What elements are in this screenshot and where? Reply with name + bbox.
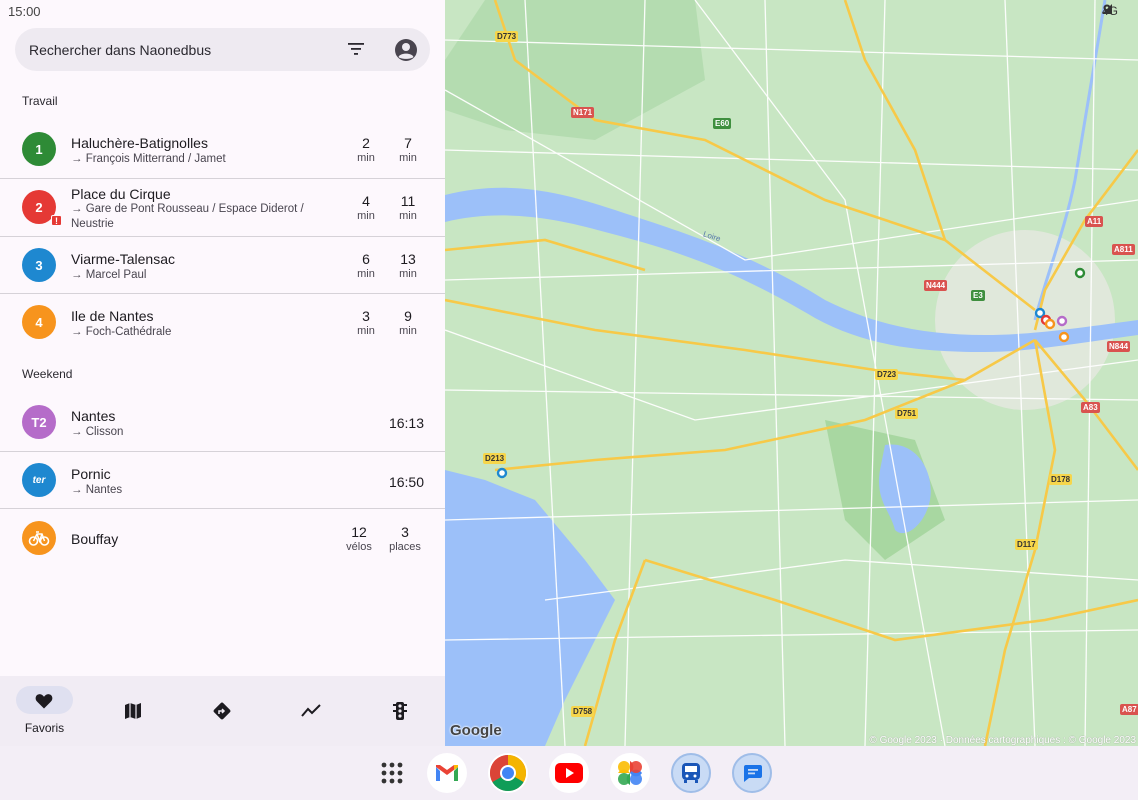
map-copyright: © Google 2023 · Données cartographiques … — [869, 735, 1136, 746]
section-title-travail: Travail — [22, 94, 58, 108]
google-logo: Google — [450, 722, 502, 739]
taskbar-dock — [0, 746, 1138, 800]
favorite-row[interactable]: T2 Nantes → Clisson 16:13 — [0, 394, 445, 451]
gmail-app[interactable] — [427, 753, 467, 793]
search-input[interactable]: Rechercher dans Naonedbus — [29, 42, 211, 58]
grid-icon — [381, 762, 403, 784]
departure-time-1: 3 min — [357, 308, 375, 337]
favorite-row[interactable]: Bouffay 12 vélos 3 places — [0, 508, 445, 565]
bikes-available: 12 vélos — [346, 524, 372, 553]
photos-pinwheel-icon — [618, 761, 642, 785]
youtube-app[interactable] — [549, 753, 589, 793]
favorite-row[interactable]: 2 ! Place du Cirque → Gare de Pont Rouss… — [0, 178, 445, 235]
nav-map[interactable] — [89, 676, 178, 746]
favorite-row[interactable]: 4 Ile de Nantes → Foch-Cathédrale 3 min 9… — [0, 293, 445, 350]
nav-traffic-stats[interactable] — [267, 676, 356, 746]
destination: → Foch-Cathédrale — [71, 326, 172, 338]
destination: → François Mitterrand / Jamet — [71, 153, 226, 165]
gmail-icon — [436, 765, 458, 781]
favorites-panel: 15:00 Rechercher dans Naonedbus Travail … — [0, 0, 445, 746]
app-drawer-button[interactable] — [372, 753, 412, 793]
line-badge: 1 — [22, 132, 56, 166]
stop-marker-pornic — [496, 467, 508, 479]
heart-icon — [35, 694, 53, 709]
map-markers — [496, 267, 1086, 479]
stop-marker-line-3 — [1034, 307, 1046, 319]
stop-name: Place du Cirque — [71, 186, 171, 202]
stop-name: Pornic — [71, 466, 111, 482]
account-icon[interactable] — [394, 38, 418, 62]
bicycle-icon — [28, 531, 50, 546]
stop-name: Viarme-Talensac — [71, 251, 176, 267]
destination: → Gare de Pont Rousseau / Espace Diderot… — [71, 203, 304, 230]
map-icon — [125, 703, 141, 719]
map-view[interactable]: 4G D773 N171 E60 A11 A811 N444 E3 N844 D… — [445, 0, 1138, 746]
nav-traffic[interactable] — [356, 676, 445, 746]
stop-marker-bike — [1044, 318, 1056, 330]
bus-icon — [682, 763, 700, 783]
stop-name: Haluchère-Batignolles — [71, 135, 208, 151]
chrome-app[interactable] — [488, 753, 528, 793]
line-badge: 3 — [22, 248, 56, 282]
bike-station-badge — [22, 521, 56, 555]
departure-clock: 16:50 — [388, 474, 424, 490]
traffic-light-icon — [393, 702, 407, 720]
naonedbus-app[interactable] — [671, 753, 711, 793]
departure-time-1: 2 min — [357, 135, 375, 164]
tram-badge: T2 — [22, 405, 56, 439]
alert-icon: ! — [51, 215, 62, 226]
ter-train-badge: ter — [22, 463, 56, 497]
filter-icon[interactable] — [347, 40, 365, 58]
departure-time-2: 7 min — [399, 135, 417, 164]
departure-time-1: 6 min — [357, 251, 375, 280]
section-title-weekend: Weekend — [22, 367, 73, 381]
departure-time-2: 11 min — [399, 193, 417, 222]
destination: → Nantes — [71, 484, 123, 496]
stop-marker-tram — [1056, 315, 1068, 327]
nav-itinerary[interactable] — [178, 676, 267, 746]
destination: → Marcel Paul — [71, 269, 147, 281]
search-bar[interactable]: Rechercher dans Naonedbus — [15, 28, 430, 71]
messages-app[interactable] — [732, 753, 772, 793]
departure-time-1: 4 min — [357, 193, 375, 222]
directions-icon — [213, 702, 231, 720]
places-available: 3 places — [389, 524, 421, 553]
stop-name: Bouffay — [71, 531, 119, 547]
line-badge: 4 — [22, 305, 56, 339]
favorite-row[interactable]: 3 Viarme-Talensac → Marcel Paul 6 min 13 m… — [0, 236, 445, 293]
stop-name: Nantes — [71, 408, 116, 424]
status-time: 15:00 — [8, 4, 41, 19]
departure-clock: 16:13 — [388, 415, 424, 431]
stop-marker-line-4 — [1058, 331, 1070, 343]
stop-name: Ile de Nantes — [71, 308, 154, 324]
trending-icon — [301, 704, 321, 717]
favorite-row[interactable]: ter Pornic → Nantes 16:50 — [0, 451, 445, 508]
stop-marker-line-1 — [1074, 267, 1086, 279]
chat-bubble-icon — [744, 765, 762, 782]
photos-app[interactable] — [610, 753, 650, 793]
chrome-icon — [489, 755, 527, 792]
nav-favorites[interactable]: Favoris — [0, 676, 89, 746]
destination: → Clisson — [71, 426, 124, 438]
departure-time-2: 13 min — [399, 251, 417, 280]
departure-time-2: 9 min — [399, 308, 417, 337]
nav-favorites-label: Favoris — [24, 721, 65, 735]
youtube-icon — [555, 763, 583, 783]
bottom-navigation: Favoris — [0, 676, 445, 746]
favorite-row[interactable]: 1 Haluchère-Batignolles → François Mitte… — [0, 121, 445, 178]
